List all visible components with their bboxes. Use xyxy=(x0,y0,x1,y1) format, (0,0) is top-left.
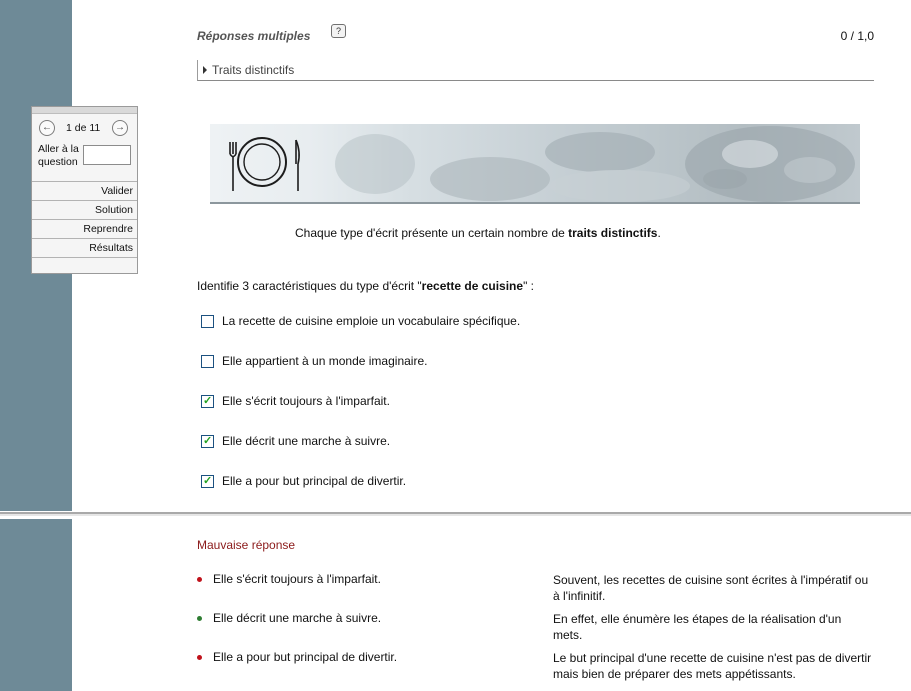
goto-question-label: Aller à la question xyxy=(38,143,79,168)
checkmark-icon: ✓ xyxy=(203,395,213,407)
food-photo xyxy=(335,126,855,202)
banner-image xyxy=(210,124,860,204)
fork-icon xyxy=(229,142,237,191)
checkbox[interactable] xyxy=(201,315,214,328)
question-counter: 1 de 11 xyxy=(66,122,101,134)
checkbox[interactable]: ✓ xyxy=(201,435,214,448)
next-question-button[interactable]: → xyxy=(112,120,128,136)
nav-panel-footer xyxy=(32,257,137,276)
arrow-left-icon: ← xyxy=(42,122,52,133)
question-icon: ? xyxy=(335,26,341,36)
answer-option-label: Elle décrit une marche à suivre. xyxy=(222,434,391,448)
checkmark-icon: ✓ xyxy=(203,435,213,447)
wrong-bullet-icon xyxy=(197,577,202,582)
triangle-right-icon xyxy=(203,66,207,74)
section-divider xyxy=(0,511,911,519)
feedback-title: Mauvaise réponse xyxy=(197,538,296,552)
question-text-start: Identifie 3 caractéristiques du type d'é… xyxy=(197,279,422,293)
goto-question-input[interactable] xyxy=(83,145,131,165)
section-header[interactable]: Traits distinctifs xyxy=(197,60,874,81)
feedback-answer: Elle a pour but principal de divertir. xyxy=(213,650,398,664)
feedback-answer: Elle décrit une marche à suivre. xyxy=(213,611,382,625)
wrong-bullet-icon xyxy=(197,655,202,660)
previous-question-button[interactable]: ← xyxy=(39,120,55,136)
correct-bullet-icon xyxy=(197,616,202,621)
help-button[interactable]: ? xyxy=(331,24,346,38)
intro-text: Chaque type d'écrit présente un certain … xyxy=(295,226,661,240)
solution-button[interactable]: Solution xyxy=(32,200,137,219)
feedback-answer: Elle s'écrit toujours à l'imparfait. xyxy=(213,572,381,586)
intro-text-start: Chaque type d'écrit présente un certain … xyxy=(295,226,569,240)
arrow-right-icon: → xyxy=(115,122,125,133)
question-text-emphasis: recette de cuisine xyxy=(421,279,524,293)
intro-text-emphasis: traits distinctifs xyxy=(568,226,658,240)
restart-button[interactable]: Reprendre xyxy=(32,219,137,238)
question-text-end: " : xyxy=(523,279,534,293)
answer-option-label: La recette de cuisine emploie un vocabul… xyxy=(222,314,521,328)
answer-option-label: Elle a pour but principal de divertir. xyxy=(222,474,407,488)
feedback-explanation: Le but principal d'une recette de cuisin… xyxy=(553,651,872,681)
plate-icon xyxy=(237,137,287,187)
question-navigation-panel: ← 1 de 11 → Aller à la question Valider … xyxy=(31,106,138,274)
checkbox[interactable]: ✓ xyxy=(201,395,214,408)
intro-text-end: . xyxy=(657,226,661,240)
feedback-explanation: Souvent, les recettes de cuisine sont éc… xyxy=(553,573,869,603)
checkbox[interactable] xyxy=(201,355,214,368)
answer-option-label: Elle appartient à un monde imaginaire. xyxy=(222,354,428,368)
page-title: Réponses multiples xyxy=(197,29,311,43)
validate-button[interactable]: Valider xyxy=(32,181,137,200)
section-label: Traits distinctifs xyxy=(212,63,295,77)
answer-option-label: Elle s'écrit toujours à l'imparfait. xyxy=(222,394,390,408)
left-side-strip xyxy=(0,0,72,691)
knife-icon xyxy=(295,139,300,191)
question-prompt: Identifie 3 caractéristiques du type d'é… xyxy=(197,279,534,293)
checkmark-icon: ✓ xyxy=(203,475,213,487)
results-button[interactable]: Résultats xyxy=(32,238,137,257)
score-display: 0 / 1,0 xyxy=(840,29,874,43)
feedback-explanation: En effet, elle énumère les étapes de la … xyxy=(553,612,842,642)
banner-illustration xyxy=(229,126,855,202)
checkbox[interactable]: ✓ xyxy=(201,475,214,488)
nav-panel-header xyxy=(32,107,137,114)
